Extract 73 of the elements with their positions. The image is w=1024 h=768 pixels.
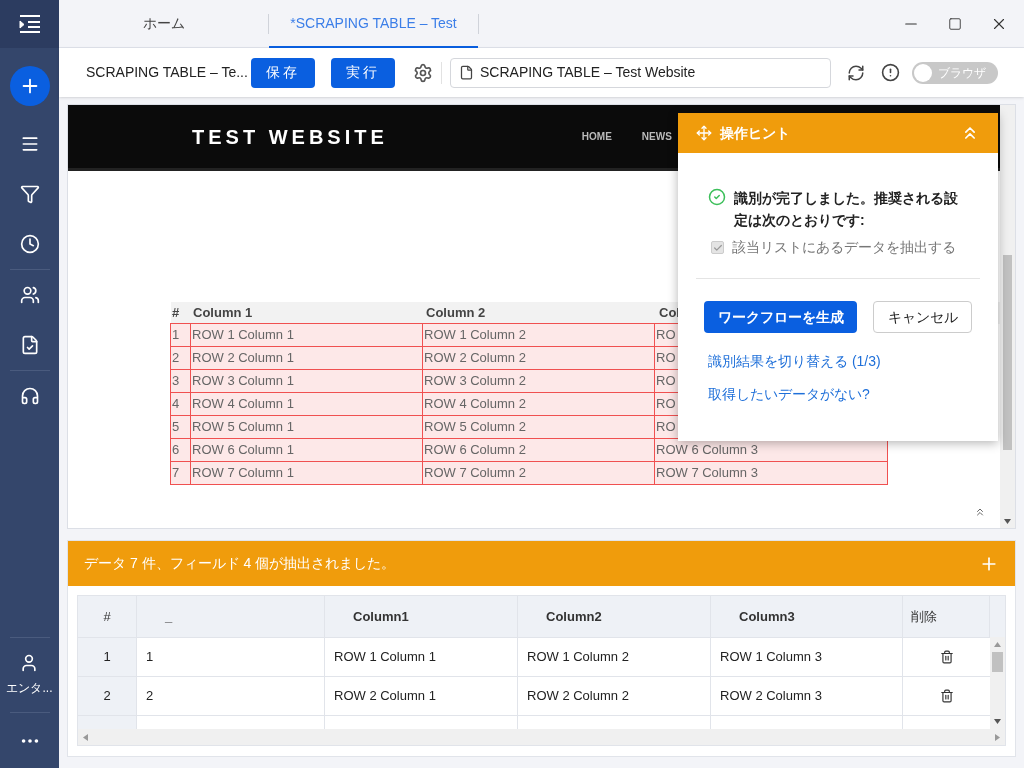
table-cell: ROW 5 Column 1 xyxy=(190,415,423,439)
check-circle-icon xyxy=(708,188,726,206)
table-cell: 1 xyxy=(170,323,191,347)
hint-title: 操作ヒント xyxy=(720,123,790,143)
add-button[interactable] xyxy=(9,66,50,106)
column-header: Column3 xyxy=(711,596,903,637)
cancel-button[interactable]: キャンセル xyxy=(873,301,972,333)
table-cell: ROW 2 Column 1 xyxy=(190,346,423,370)
nav-link[interactable]: HOME xyxy=(581,129,612,144)
table-cell: ROW 4 Column 2 xyxy=(422,392,655,416)
column-header: 削除 xyxy=(903,596,990,637)
table-cell: ROW 5 Column 2 xyxy=(422,415,655,439)
page-icon xyxy=(459,65,474,80)
table-cell: ROW 1 Column 1 xyxy=(325,638,518,676)
address-field[interactable]: SCRAPING TABLE – Test Website xyxy=(450,57,831,88)
maximize-icon[interactable] xyxy=(948,16,962,31)
clock-icon[interactable] xyxy=(19,234,40,254)
column-header: # xyxy=(171,304,181,323)
table-cell: 4 xyxy=(170,392,191,416)
scrollbar[interactable] xyxy=(1000,105,1015,528)
table-cell: 3 xyxy=(170,369,191,393)
table-cell: ROW 4 Column 1 xyxy=(190,392,423,416)
funnel-icon[interactable] xyxy=(19,184,40,204)
settings-icon[interactable] xyxy=(413,62,433,83)
tab[interactable]: ホーム xyxy=(59,0,268,48)
scroll-top-icon[interactable] xyxy=(974,506,986,518)
table-cell: ROW 1 Column 2 xyxy=(422,323,655,347)
save-button[interactable]: 保存 xyxy=(251,57,315,88)
table-cell: 2 xyxy=(170,346,191,370)
nav-link[interactable]: NEWS xyxy=(641,129,672,144)
delete-icon[interactable] xyxy=(939,650,954,664)
table-cell: 6 xyxy=(170,438,191,462)
column-header: Column2 xyxy=(518,596,711,637)
table-cell: ROW 2 Column 2 xyxy=(422,346,655,370)
table-cell: ROW 7 Column 3 xyxy=(654,461,888,485)
column-header: _ xyxy=(137,596,325,637)
hint-message: 識別が完了しました。推奨される設定は次のとおりです: xyxy=(734,189,959,230)
extraction-summary: データ 7 件、フィールド 4 個が抽出されました。 xyxy=(84,554,396,573)
column-header: Column 2 xyxy=(425,304,487,323)
user-label[interactable]: エンタ... xyxy=(6,679,53,697)
users-icon[interactable] xyxy=(19,285,40,305)
table-cell: ROW 1 Column 1 xyxy=(190,323,423,347)
website-title: TEST WEBSITE xyxy=(192,124,388,150)
alert-icon[interactable] xyxy=(881,63,900,82)
row-index: 1 xyxy=(78,638,137,676)
table-cell: 1 xyxy=(137,638,325,676)
scrollbar-thumb[interactable] xyxy=(1003,255,1012,450)
table-cell: ROW 1 Column 2 xyxy=(518,638,711,676)
delete-icon[interactable] xyxy=(939,689,954,703)
refresh-icon[interactable] xyxy=(847,63,865,82)
column-header: Column1 xyxy=(325,596,518,637)
scrollbar-thumb[interactable] xyxy=(992,652,1003,672)
table-cell: ROW 6 Column 2 xyxy=(422,438,655,462)
headphones-icon[interactable] xyxy=(19,386,40,406)
generate-workflow-button[interactable]: ワークフローを生成 xyxy=(704,301,858,333)
run-button[interactable]: 実行 xyxy=(331,57,395,88)
table-cell: ROW 3 Column 2 xyxy=(422,369,655,393)
column-header: Column 1 xyxy=(192,304,254,323)
scroll-down-icon[interactable] xyxy=(1004,518,1011,525)
table-cell: ROW 7 Column 2 xyxy=(422,461,655,485)
table-cell: ROW 7 Column 1 xyxy=(190,461,423,485)
expand-menu-icon[interactable] xyxy=(18,15,41,33)
row-index: 2 xyxy=(78,677,137,715)
workflow-title: SCRAPING TABLE – Te... xyxy=(86,63,249,82)
option-label: 該当リストにあるデータを抽出する xyxy=(732,238,956,257)
scroll-down-icon[interactable] xyxy=(994,718,1001,725)
table-cell: ROW 3 Column 1 xyxy=(190,369,423,393)
scrollbar[interactable] xyxy=(990,637,1005,729)
table-cell: ROW 1 Column 3 xyxy=(711,638,903,676)
table-cell: ROW 6 Column 1 xyxy=(190,438,423,462)
table-cell: 5 xyxy=(170,415,191,439)
table-cell: 7 xyxy=(170,461,191,485)
column-header: # xyxy=(78,596,137,637)
